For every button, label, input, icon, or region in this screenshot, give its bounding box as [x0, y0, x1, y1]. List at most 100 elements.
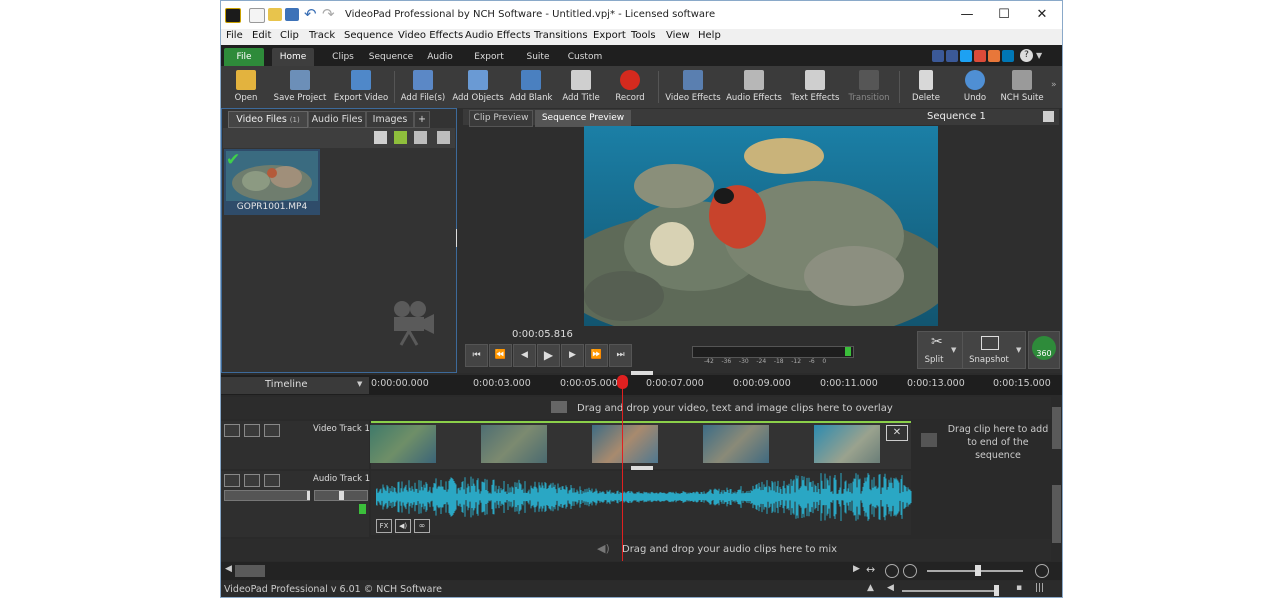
menu-view[interactable]: View — [666, 30, 690, 41]
record-button[interactable]: Record — [612, 68, 648, 106]
video-clip-thumbnail[interactable] — [592, 425, 658, 463]
fit-timeline-icon[interactable]: ↔ — [866, 563, 880, 577]
lock-icon[interactable] — [264, 474, 280, 487]
menu-clip[interactable]: Clip — [280, 30, 299, 41]
snapshot-button[interactable]: Snapshot ▼ — [962, 331, 1026, 369]
scroll-right-icon[interactable]: ▶ — [853, 564, 860, 574]
go-to-end-button[interactable]: ⏭ — [609, 344, 632, 367]
video-effects-button[interactable]: Video Effects — [665, 68, 721, 106]
menu-file[interactable]: File — [226, 30, 243, 41]
google-plus-icon[interactable] — [974, 50, 986, 62]
maximize-button[interactable]: ☐ — [986, 5, 1022, 25]
snapshot-dropdown-icon[interactable]: ▼ — [1016, 346, 1021, 354]
tab-clip-preview[interactable]: Clip Preview — [469, 110, 533, 127]
speaker-icon[interactable] — [244, 474, 260, 487]
undock-preview-icon[interactable] — [1043, 111, 1054, 122]
video-clip-thumbnail[interactable] — [481, 425, 547, 463]
split-button[interactable]: ✂ Split ▼ — [917, 331, 963, 369]
audio-fx-icon[interactable]: FX — [376, 519, 392, 533]
menu-track[interactable]: Track — [309, 30, 335, 41]
zoom-out-icon[interactable] — [903, 564, 917, 578]
tab-sequence[interactable]: Sequence — [366, 48, 416, 66]
vr-360-button[interactable]: 360 — [1028, 331, 1060, 369]
tab-home[interactable]: Home — [272, 48, 314, 66]
output-device-icon[interactable]: ▪ — [1016, 583, 1022, 593]
minimize-button[interactable]: — — [949, 5, 985, 25]
tab-audio-files[interactable]: Audio Files — [308, 111, 366, 128]
add-title-button[interactable]: Add Title — [562, 68, 600, 106]
delete-media-icon[interactable] — [374, 131, 387, 144]
scrollbar-thumb[interactable] — [1052, 485, 1061, 543]
list-view-icon[interactable] — [414, 131, 427, 144]
tab-file[interactable]: File — [224, 48, 264, 66]
stumbleupon-icon[interactable] — [988, 50, 1000, 62]
help-icon[interactable]: ? — [1020, 49, 1033, 62]
twitter-icon[interactable] — [960, 50, 972, 62]
export-video-button[interactable]: Export Video — [334, 68, 388, 106]
audio-link-icon[interactable]: ∞ — [414, 519, 430, 533]
scroll-left-icon[interactable]: ◀ — [225, 564, 232, 574]
save-project-button[interactable]: Save Project — [274, 68, 326, 106]
horizontal-scrollbar-thumb[interactable] — [235, 565, 265, 577]
more-tools-icon[interactable]: » — [1051, 80, 1057, 90]
save-icon[interactable] — [285, 8, 299, 21]
delete-button[interactable]: Delete — [909, 68, 943, 106]
master-volume-up-icon[interactable]: ▲ — [867, 583, 874, 593]
master-speaker-icon[interactable]: ◀ — [887, 583, 894, 593]
zoom-slider-thumb[interactable] — [975, 565, 981, 576]
tab-custom[interactable]: Custom — [563, 48, 607, 66]
tab-video-files[interactable]: Video Files (1) — [228, 111, 308, 128]
previous-frame-button[interactable]: ◀ — [513, 344, 536, 367]
menu-tools[interactable]: Tools — [631, 30, 656, 41]
text-effects-button[interactable]: Text Effects — [790, 68, 840, 106]
levels-icon[interactable]: ||| — [1035, 583, 1044, 593]
scrollbar-thumb[interactable] — [1052, 407, 1061, 449]
tab-audio[interactable]: Audio — [421, 48, 459, 66]
undo-button[interactable]: Undo — [959, 68, 991, 106]
video-clip-thumbnail[interactable] — [703, 425, 769, 463]
play-button[interactable]: ▶ — [537, 344, 560, 367]
tab-export[interactable]: Export — [469, 48, 509, 66]
close-button[interactable]: ✕ — [1024, 5, 1060, 25]
add-blank-button[interactable]: Add Blank — [510, 68, 552, 106]
add-bin-tab-button[interactable]: + — [414, 111, 430, 128]
split-dropdown-icon[interactable]: ▼ — [951, 346, 956, 354]
track-resize-handle[interactable] — [631, 466, 653, 470]
video-tracks-scrollbar[interactable] — [1051, 397, 1062, 467]
linkedin-icon[interactable] — [1002, 50, 1014, 62]
master-volume-slider[interactable] — [902, 590, 998, 592]
preview-resize-handle[interactable] — [631, 371, 653, 375]
track-pan-slider[interactable] — [314, 490, 368, 501]
master-volume-thumb[interactable] — [994, 585, 999, 596]
new-folder-icon[interactable] — [394, 131, 407, 144]
redo-icon[interactable]: ↷ — [322, 5, 335, 23]
undo-icon[interactable]: ↶ — [304, 5, 317, 23]
menu-audio-effects[interactable]: Audio Effects — [465, 30, 531, 41]
playhead-line[interactable] — [622, 379, 623, 561]
new-file-icon[interactable] — [249, 8, 265, 23]
collapse-audio-track-icon[interactable] — [224, 474, 240, 487]
open-folder-icon[interactable] — [268, 8, 282, 21]
open-button[interactable]: Open — [229, 68, 263, 106]
playhead-handle[interactable] — [617, 375, 628, 389]
menu-transitions[interactable]: Transitions — [534, 30, 588, 41]
add-files-button[interactable]: Add File(s) — [401, 68, 445, 106]
volume-slider-thumb[interactable] — [307, 491, 310, 500]
audio-effects-button[interactable]: Audio Effects — [726, 68, 782, 106]
zoom-in-icon[interactable] — [885, 564, 899, 578]
add-objects-button[interactable]: Add Objects — [452, 68, 504, 106]
pan-slider-thumb[interactable] — [339, 491, 344, 500]
menu-video-effects[interactable]: Video Effects — [398, 30, 463, 41]
tab-suite[interactable]: Suite — [521, 48, 555, 66]
menu-sequence[interactable]: Sequence — [344, 30, 393, 41]
undock-icon[interactable] — [437, 131, 450, 144]
video-clip-thumbnail[interactable] — [814, 425, 880, 463]
tab-images[interactable]: Images — [366, 111, 414, 128]
previous-clip-button[interactable]: ⏪ — [489, 344, 512, 367]
collapse-video-track-icon[interactable] — [224, 424, 240, 437]
chevron-down-icon[interactable]: ▼ — [1036, 51, 1042, 60]
video-clip-thumbnail[interactable] — [370, 425, 436, 463]
eye-icon[interactable] — [244, 424, 260, 437]
tab-sequence-preview[interactable]: Sequence Preview — [535, 110, 631, 127]
next-frame-button[interactable]: ▶ — [561, 344, 584, 367]
